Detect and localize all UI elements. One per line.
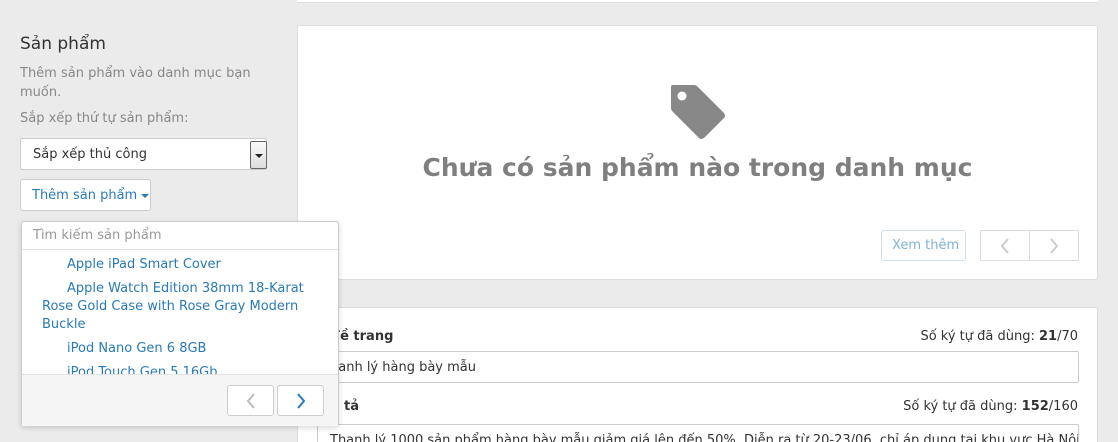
seo-card: u đề trang Số ký tự đã dùng: 21/70 hanh … [297, 307, 1098, 442]
chevron-left-icon [246, 393, 255, 409]
product-option[interactable]: Apple iPad Smart Cover [22, 256, 338, 274]
section-title: Sản phẩm [20, 34, 106, 54]
prev-page-button[interactable] [227, 385, 274, 416]
product-list: Apple iPad Smart Cover Apple Watch Editi… [22, 256, 338, 388]
add-product-label: Thêm sản phẩm [32, 188, 138, 203]
add-product-button[interactable]: Thêm sản phẩm [20, 179, 151, 211]
card-prev-button[interactable] [980, 230, 1030, 261]
chevron-left-icon [1000, 238, 1009, 254]
section-description: Thêm sản phẩm vào danh mục bạn muốn. [20, 66, 251, 100]
page-title-input[interactable]: hanh lý hàng bày mẫu [317, 351, 1079, 383]
chevron-right-icon [1050, 238, 1059, 254]
title-char-count: Số ký tự đã dùng: 21/70 [920, 329, 1078, 344]
tag-icon [671, 85, 725, 139]
card-next-button[interactable] [1029, 230, 1079, 261]
view-more-button[interactable]: Xem thêm [881, 230, 966, 261]
chevron-right-icon [297, 393, 306, 409]
caret-down-icon [141, 193, 150, 198]
top-card-edge [297, 0, 1098, 3]
sort-select[interactable]: Sắp xếp thủ công [20, 138, 267, 170]
chevron-down-icon[interactable] [250, 141, 267, 169]
products-card: Chưa có sản phẩm nào trong danh mục Xem … [297, 25, 1098, 280]
description-char-count: Số ký tự đã dùng: 152/160 [903, 399, 1078, 414]
product-option[interactable]: iPod Nano Gen 6 8GB [22, 340, 338, 358]
product-option[interactable]: Apple Watch Edition 38mm 18-Karat Rose G… [22, 280, 338, 334]
next-page-button[interactable] [277, 385, 324, 416]
product-search-input[interactable]: Tìm kiếm sản phẩm [22, 222, 338, 250]
product-search-dropdown: Tìm kiếm sản phẩm Apple iPad Smart Cover… [21, 221, 339, 426]
sort-select-value: Sắp xếp thủ công [33, 147, 147, 162]
sort-label: Sắp xếp thứ tự sản phẩm: [20, 111, 189, 126]
empty-state-message: Chưa có sản phẩm nào trong danh mục [422, 153, 973, 182]
dropdown-pagination [22, 374, 338, 426]
description-input[interactable]: Thanh lý 1000 sản phẩm hàng bày mẫu giảm… [317, 424, 1079, 442]
